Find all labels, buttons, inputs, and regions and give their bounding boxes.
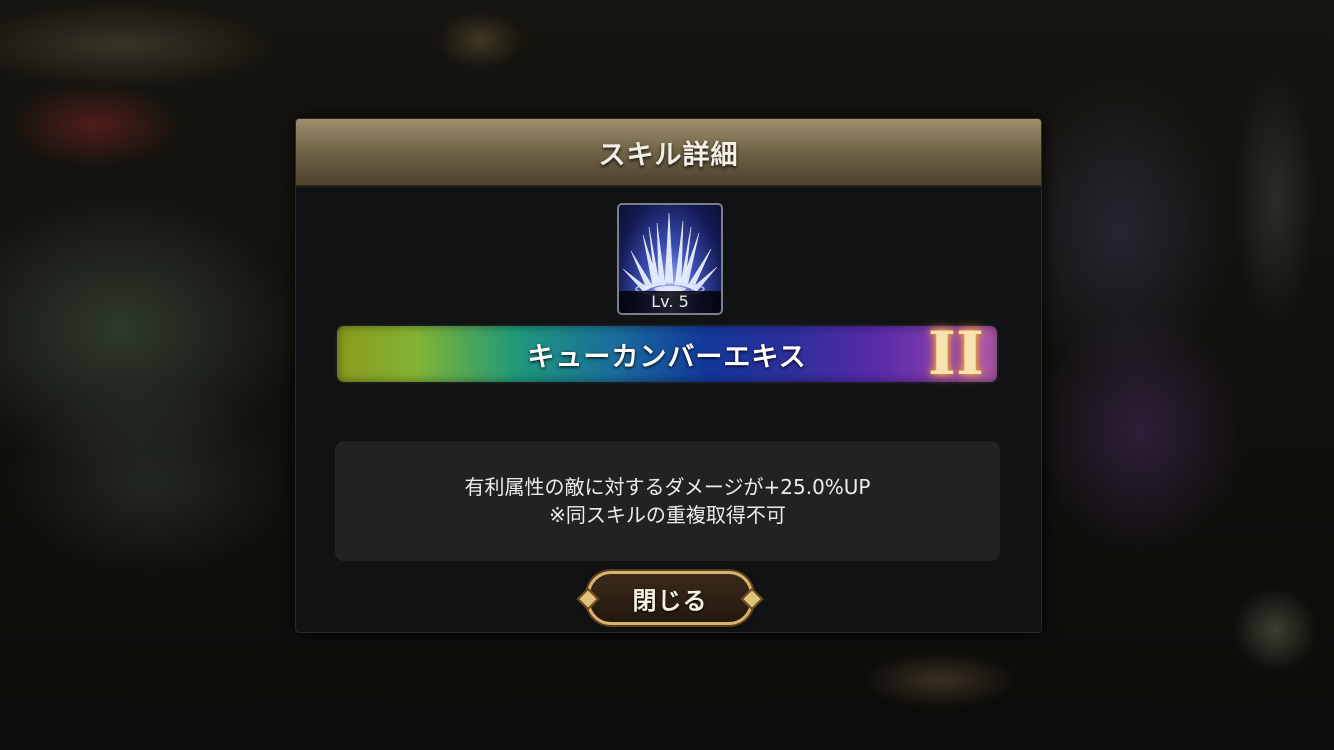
skill-level-label: Lv. 5 — [619, 291, 721, 313]
skill-description-box: 有利属性の敵に対するダメージが+25.0%UP ※同スキルの重複取得不可 — [335, 441, 1000, 561]
ice-spikes-skill-icon: Lv. 5 — [617, 203, 723, 315]
skill-name: キューカンバーエキス — [527, 341, 807, 373]
skill-note-line: ※同スキルの重複取得不可 — [549, 503, 786, 527]
skill-description-line: 有利属性の敵に対するダメージが+25.0%UP — [464, 475, 871, 499]
skill-rank-badge: II — [927, 319, 985, 389]
close-button-label: 閉じる — [632, 586, 708, 615]
dialog-header: スキル詳細 — [296, 119, 1041, 187]
ornament-diamond-icon — [740, 587, 764, 611]
dialog-title: スキル詳細 — [598, 139, 739, 171]
skill-detail-dialog: スキル詳細 Lv. 5 キューカンバーエキス II 有利属性の敵に対するダメージ… — [295, 118, 1042, 633]
close-button[interactable]: 閉じる — [576, 571, 764, 625]
ornament-diamond-icon — [576, 587, 600, 611]
